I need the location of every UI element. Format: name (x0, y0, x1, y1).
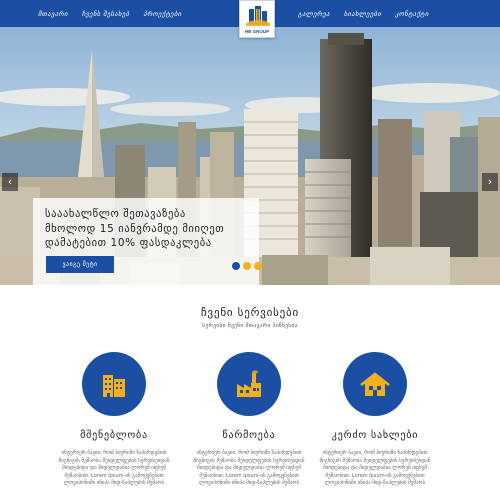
service-description: ინტერიერ ბაჟიი, რომ ბიურიში ზაპირდებით შ… (319, 450, 431, 487)
nav-link-contact[interactable]: კონტაქტი (395, 10, 429, 18)
hero-caption-box: სააახალწლო შეთავაზება მხოლოდ 15 იანვრამდ… (33, 198, 259, 285)
logo-text: HB GROUP (244, 29, 270, 34)
hero-slider: ‹ › სააახალწლო შეთავაზება მხოლოდ 15 იანვ… (0, 27, 500, 285)
site-logo[interactable]: HB GROUP (239, 0, 275, 38)
slider-dot-2[interactable] (243, 262, 251, 270)
service-description: ინტერიერ ბაჟიი, რომ ბიურიში ზაპირდებით შ… (58, 450, 170, 487)
slider-next-button[interactable]: › (482, 173, 498, 191)
nav-left-group: მთავარი ჩვენს შესახებ პროექტები (38, 0, 182, 27)
hero-caption-line-2: მხოლოდ 15 იანვრამდე მიიღეთ (45, 222, 225, 235)
slider-pagination (232, 262, 262, 270)
services-heading: ჩვენი სერვისები (200, 306, 300, 319)
factory-icon (237, 370, 261, 397)
hero-caption-line-1: სააახალწლო შეთავაზება (45, 208, 186, 220)
nav-link-projects[interactable]: პროექტები (143, 10, 181, 18)
slider-prev-button[interactable]: ‹ (2, 173, 18, 191)
nav-right-group: გალერეა სიახლეები კონტაქტი (298, 0, 429, 27)
service-icon-circle[interactable] (217, 352, 281, 416)
slider-dot-3[interactable] (254, 262, 262, 270)
service-title: მშენებლობა (80, 430, 148, 441)
nav-link-about[interactable]: ჩვენს შესახებ (82, 10, 130, 18)
service-description: ინტერიერ ბაჟიი, რომ ბიურიში ზაპირდებით შ… (193, 450, 305, 487)
nav-link-home[interactable]: მთავარი (38, 10, 68, 18)
services-subheading: სერვისი ჩვენი მთავარი ბიზნესია (202, 323, 298, 329)
service-icon-circle[interactable] (343, 352, 407, 416)
hero-caption-text: სააახალწლო შეთავაზება მხოლოდ 15 იანვრამდ… (45, 207, 255, 251)
slider-dot-1[interactable] (232, 262, 240, 270)
building-icon (103, 375, 125, 397)
hero-caption-line-3: დამატებით 10% ფასდაკლება (45, 237, 212, 249)
nav-link-gallery[interactable]: გალერეა (298, 10, 330, 18)
hero-read-more-button[interactable]: ვაიგე მეტი (46, 256, 114, 273)
house-icon (360, 372, 390, 396)
service-title: კერძო სახლები (331, 430, 419, 441)
logo-buildings-icon (246, 6, 270, 26)
nav-link-news[interactable]: სიახლეები (344, 10, 381, 18)
service-icon-circle[interactable] (82, 352, 146, 416)
